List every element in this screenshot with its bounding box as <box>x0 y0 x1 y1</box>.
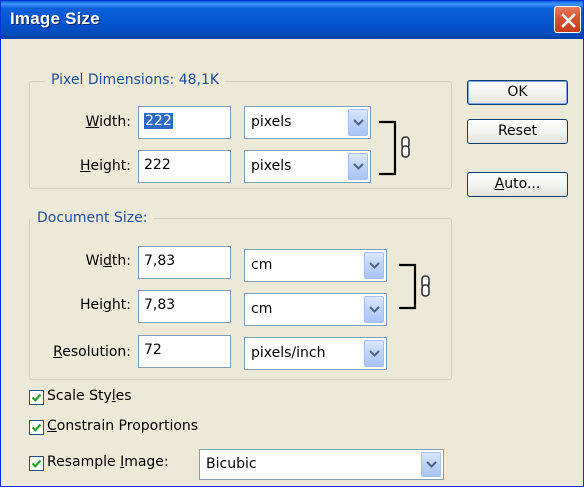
dropdown-arrow-icon[interactable] <box>364 340 384 367</box>
pixel-height-unit-select[interactable]: pixels <box>244 150 371 183</box>
resample-image-label[interactable]: Resample Image: <box>47 454 169 470</box>
auto-button[interactable]: Auto... <box>467 172 568 197</box>
ok-button[interactable]: OK <box>467 80 568 105</box>
document-width-unit-select[interactable]: cm <box>244 249 387 282</box>
document-width-label: Width: <box>85 253 131 269</box>
resolution-input[interactable]: 72 <box>138 335 231 368</box>
pixel-width-unit-select[interactable]: pixels <box>244 106 371 139</box>
pixel-height-label: Height: <box>80 158 131 174</box>
resolution-label: Resolution: <box>53 344 131 360</box>
resample-image-checkbox[interactable] <box>29 456 44 471</box>
dropdown-arrow-icon[interactable] <box>348 153 368 180</box>
title-bar[interactable]: Image Size <box>1 1 583 39</box>
pixel-link-bracket <box>379 120 410 176</box>
dropdown-arrow-icon[interactable] <box>421 452 441 477</box>
link-chain-icon <box>421 275 430 297</box>
close-icon <box>561 13 576 28</box>
document-height-input[interactable]: 7,83 <box>138 290 231 323</box>
constrain-proportions-checkbox[interactable] <box>29 420 44 435</box>
scale-styles-checkbox[interactable] <box>29 390 44 405</box>
checkmark-icon <box>31 459 42 468</box>
dropdown-arrow-icon[interactable] <box>364 296 384 323</box>
document-width-input[interactable]: 7,83 <box>138 246 231 279</box>
dropdown-arrow-icon[interactable] <box>364 252 384 279</box>
constrain-proportions-label[interactable]: Constrain Proportions <box>47 418 198 434</box>
scale-styles-label[interactable]: Scale Styles <box>47 388 132 404</box>
close-button[interactable] <box>554 6 581 33</box>
document-height-label: Height: <box>79 297 131 313</box>
document-height-unit-select[interactable]: cm <box>244 293 387 326</box>
checkmark-icon <box>31 393 42 402</box>
document-size-legend: Document Size: <box>31 210 154 226</box>
link-chain-icon <box>401 136 410 158</box>
checkmark-icon <box>31 423 42 432</box>
reset-button[interactable]: Reset <box>467 119 568 144</box>
resolution-unit-select[interactable]: pixels/inch <box>244 337 387 370</box>
image-size-dialog: Image Size Pixel Dimensions: 48,1K Width… <box>0 0 584 487</box>
dropdown-arrow-icon[interactable] <box>348 109 368 136</box>
document-link-bracket <box>399 263 430 310</box>
pixel-width-label: Width: <box>85 114 131 130</box>
pixel-width-input[interactable]: 222 <box>138 106 231 139</box>
pixel-height-input[interactable]: 222 <box>138 150 231 183</box>
resample-method-select[interactable]: Bicubic <box>199 449 444 480</box>
pixel-dimensions-legend: Pixel Dimensions: 48,1K <box>45 72 226 88</box>
window-title: Image Size <box>10 9 100 28</box>
